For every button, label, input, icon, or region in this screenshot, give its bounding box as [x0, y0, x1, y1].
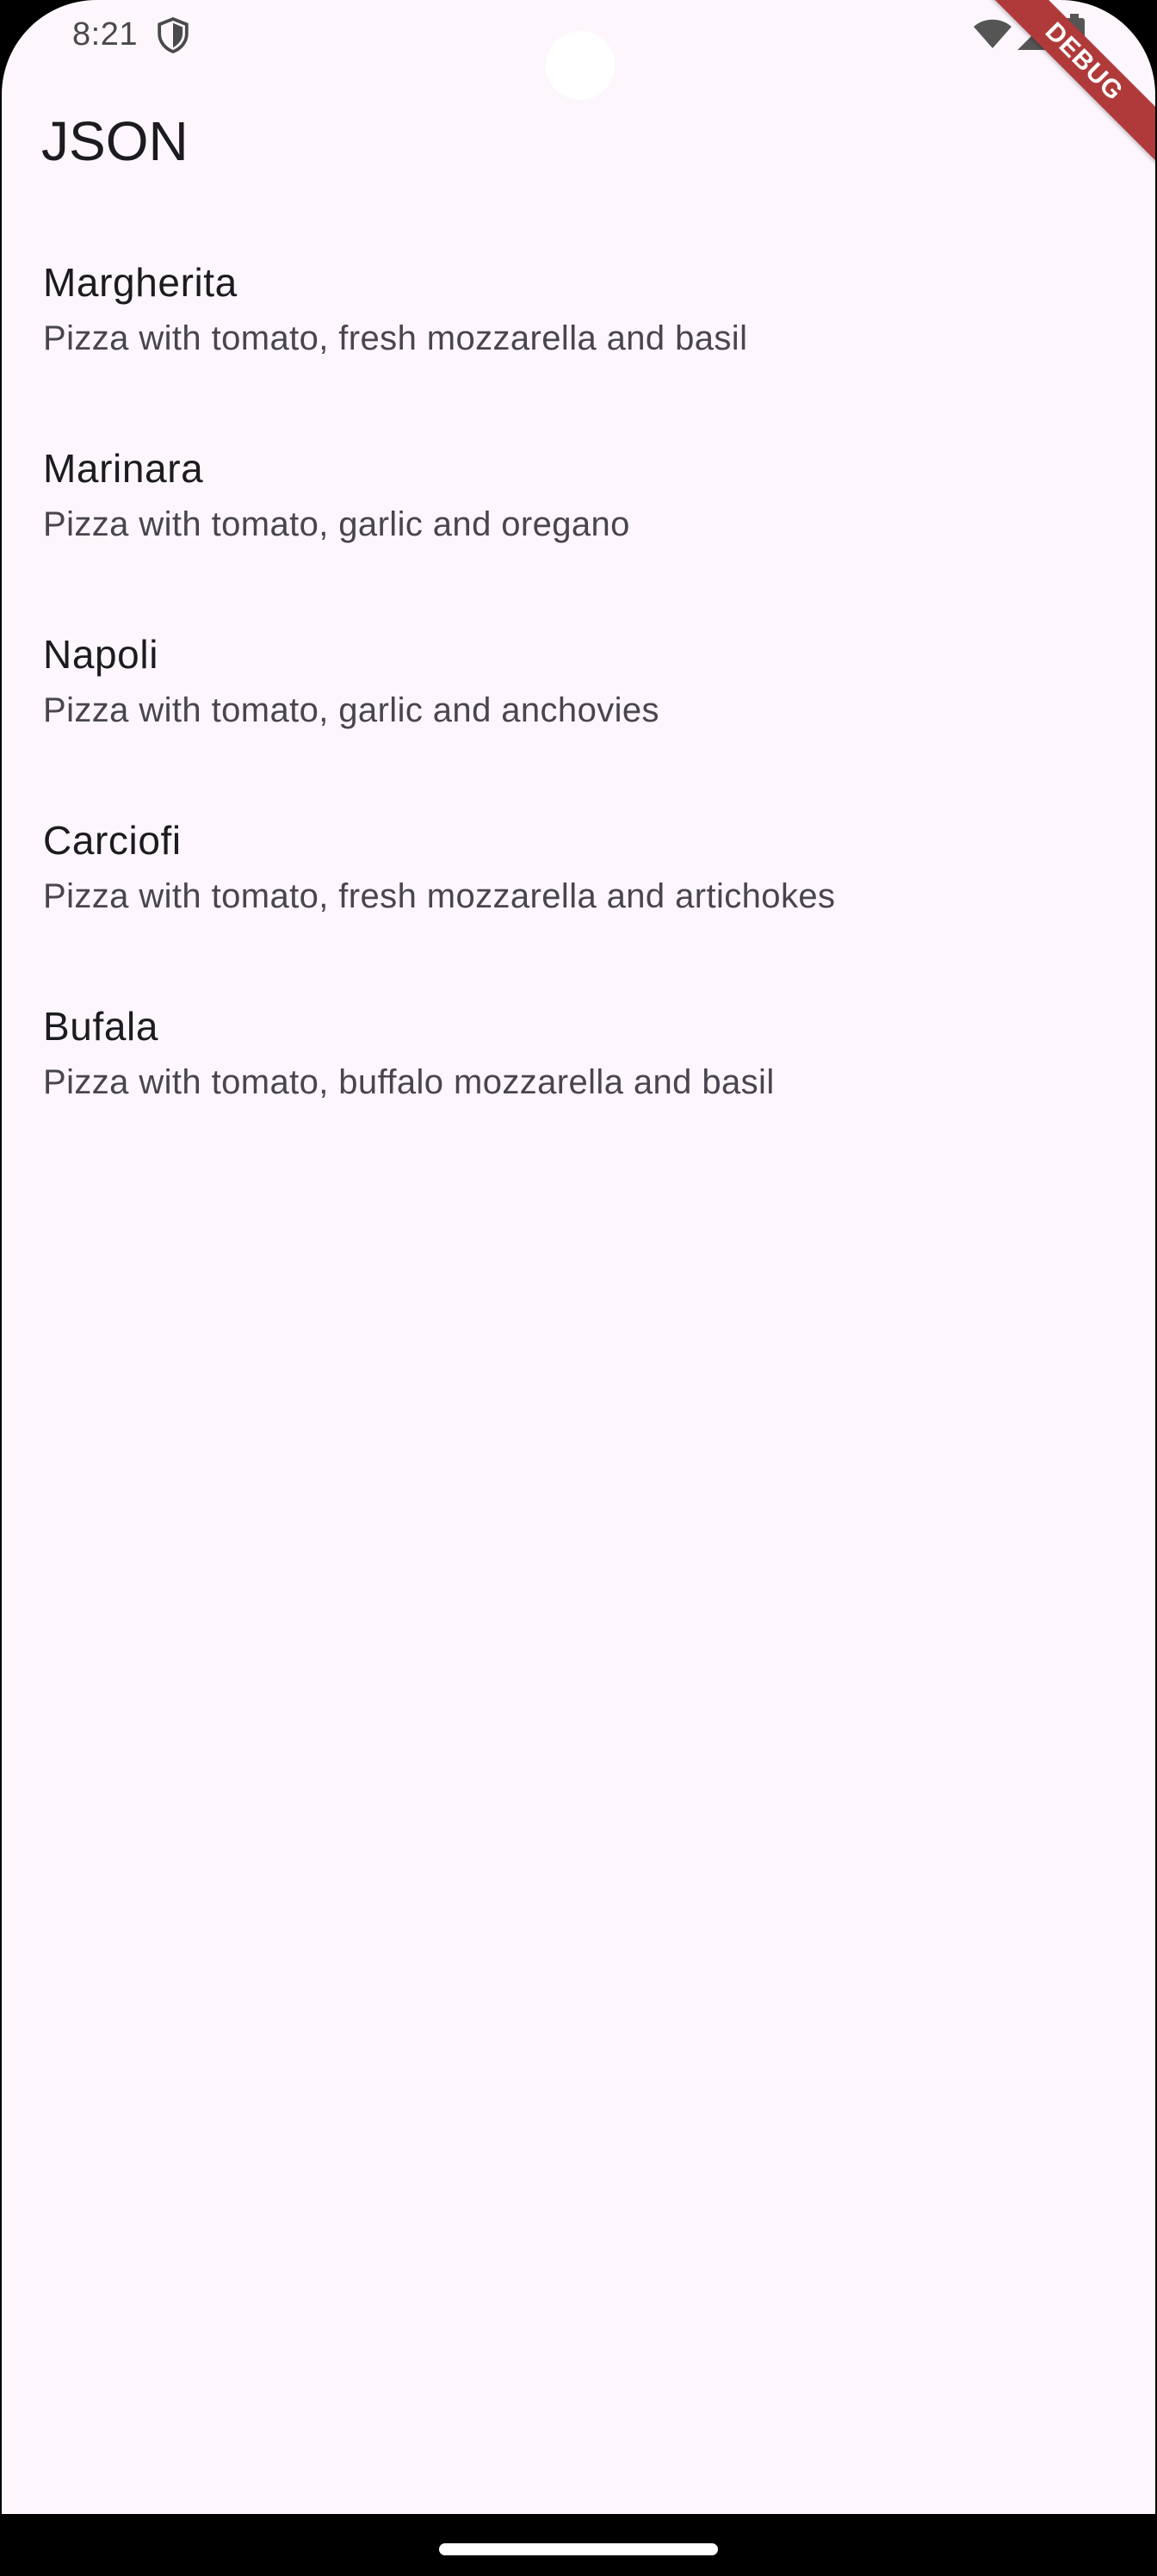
home-gesture-handle[interactable]	[439, 2543, 718, 2555]
list-item-title: Napoli	[43, 632, 159, 677]
shield-icon	[158, 17, 189, 53]
list-item-title: Bufala	[43, 1004, 159, 1049]
list-item-napoli[interactable]: Napoli Pizza with tomato, garlic and anc…	[2, 606, 1155, 792]
list-item-marinara[interactable]: Marinara Pizza with tomato, garlic and o…	[2, 420, 1155, 606]
page-title: JSON	[41, 110, 189, 172]
pizza-list: Margherita Pizza with tomato, fresh mozz…	[2, 234, 1155, 1164]
device-frame: 8:21 DEBUG JSON Margherita Pizza with to…	[0, 0, 1157, 2576]
list-item-carciofi[interactable]: Carciofi Pizza with tomato, fresh mozzar…	[2, 792, 1155, 978]
wifi-icon	[974, 19, 1012, 48]
status-bar: 8:21	[2, 0, 1155, 100]
list-item-subtitle: Pizza with tomato, garlic and anchovies	[43, 691, 659, 729]
app-screen: 8:21 DEBUG JSON Margherita Pizza with to…	[2, 0, 1155, 2514]
list-item-subtitle: Pizza with tomato, fresh mozzarella and …	[43, 319, 748, 357]
app-bar: JSON	[2, 72, 1155, 193]
list-item-margherita[interactable]: Margherita Pizza with tomato, fresh mozz…	[2, 234, 1155, 420]
list-item-title: Margherita	[43, 260, 238, 305]
list-item-subtitle: Pizza with tomato, fresh mozzarella and …	[43, 877, 836, 915]
list-item-subtitle: Pizza with tomato, buffalo mozzarella an…	[43, 1063, 775, 1101]
list-item-bufala[interactable]: Bufala Pizza with tomato, buffalo mozzar…	[2, 978, 1155, 1164]
list-item-title: Marinara	[43, 446, 204, 491]
list-item-subtitle: Pizza with tomato, garlic and oregano	[43, 505, 630, 543]
list-item-title: Carciofi	[43, 818, 182, 863]
status-time: 8:21	[72, 16, 138, 53]
